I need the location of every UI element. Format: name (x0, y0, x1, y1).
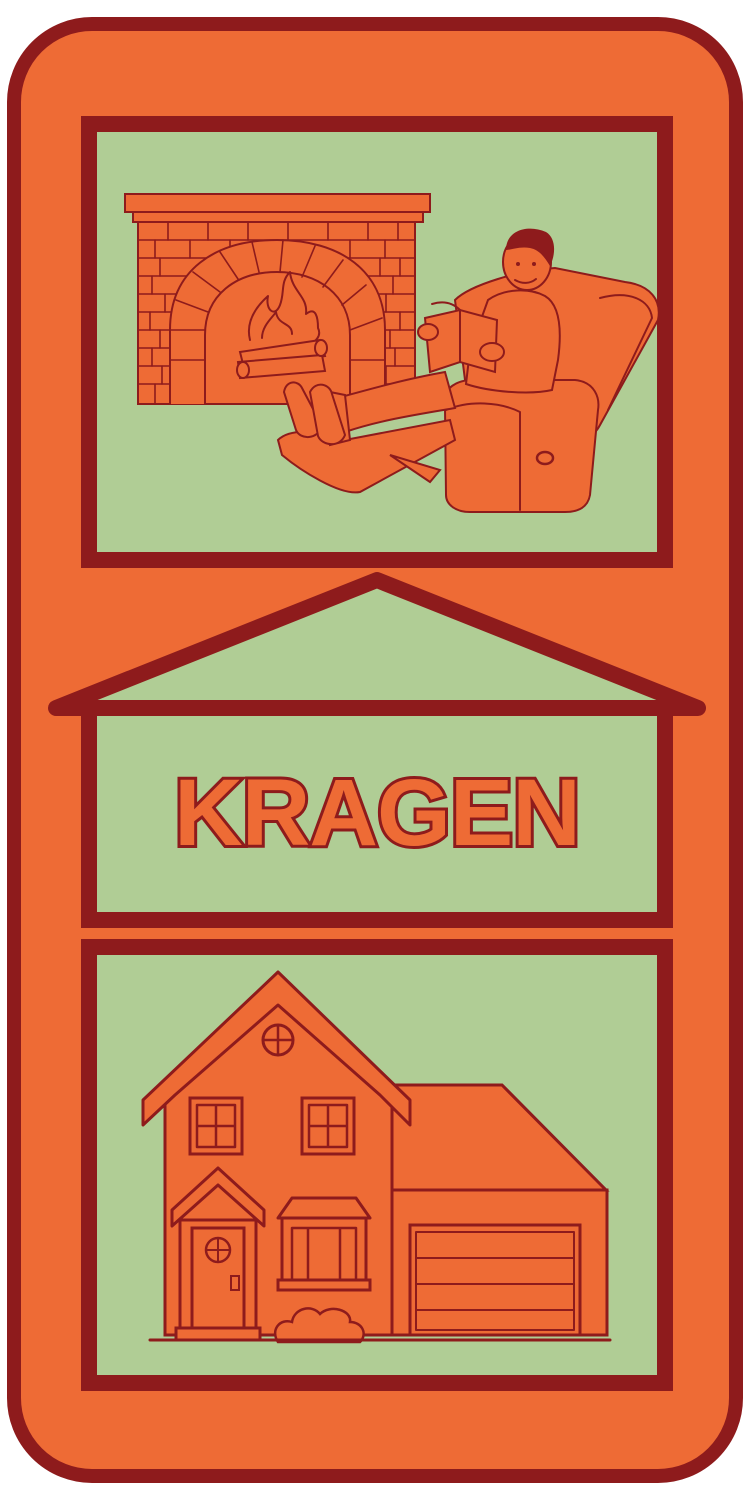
kragen-card: KRAGEN (0, 0, 750, 1500)
card-artwork: KRAGEN (7, 17, 743, 1483)
kragen-title: KRAGEN (174, 760, 580, 866)
